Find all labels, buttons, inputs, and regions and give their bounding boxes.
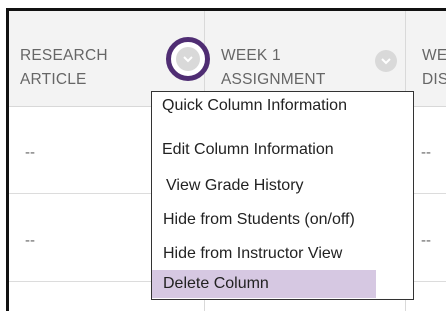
menu-item-edit-column-information[interactable]: Edit Column Information — [152, 136, 334, 164]
column-header-research-article[interactable]: RESEARCH ARTICLE — [20, 44, 108, 92]
column-context-menu: Quick Column Information Edit Column Inf… — [151, 91, 414, 300]
column-header-week-1-assignment[interactable]: WEEK 1 ASSIGNMENT — [221, 44, 325, 92]
menu-item-hide-from-students[interactable]: Hide from Students (on/off) — [152, 206, 355, 234]
grade-cell[interactable]: -- — [421, 232, 431, 249]
grade-cell[interactable]: -- — [421, 144, 431, 161]
menu-item-hide-from-instructor-view[interactable]: Hide from Instructor View — [152, 240, 342, 268]
column-menu-button-highlighted[interactable] — [166, 37, 210, 81]
grade-cell[interactable]: -- — [25, 144, 35, 161]
menu-item-quick-column-information[interactable]: Quick Column Information — [152, 92, 347, 120]
grade-cell[interactable]: -- — [25, 232, 35, 249]
chevron-down-icon — [176, 47, 200, 71]
chevron-down-icon[interactable] — [375, 50, 397, 72]
menu-item-view-grade-history[interactable]: View Grade History — [152, 172, 304, 200]
column-header-week-discussion[interactable]: WE DIS — [422, 44, 446, 92]
menu-item-delete-column[interactable]: Delete Column — [152, 270, 376, 298]
